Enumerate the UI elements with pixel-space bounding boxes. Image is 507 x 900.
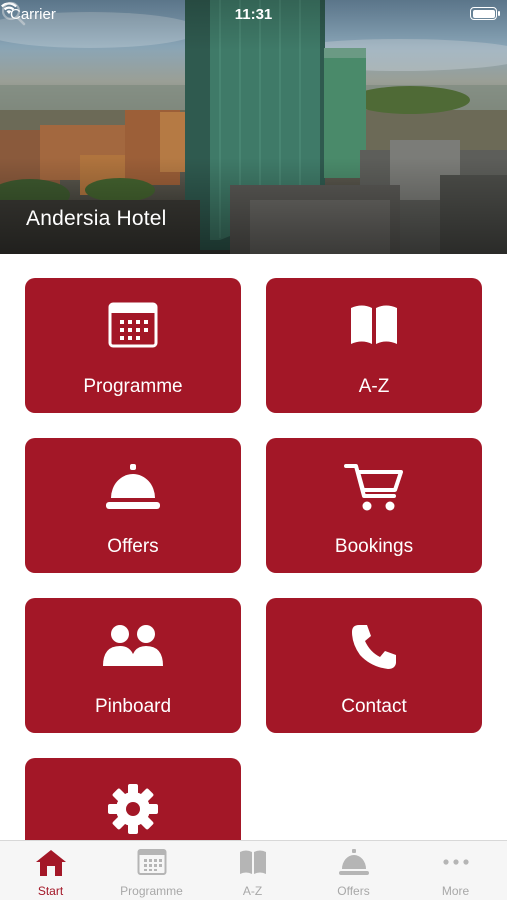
book-icon: [266, 302, 482, 352]
tile-label: Contact: [341, 696, 407, 717]
tab-bar: Start Programme A-Z Offers More: [0, 840, 507, 900]
page-title: Andersia Hotel: [26, 207, 167, 230]
programme-tile[interactable]: Programme: [25, 278, 241, 413]
tile-label: A-Z: [358, 376, 390, 397]
tab-label: Offers: [337, 884, 370, 898]
tile-label: Pinboard: [94, 696, 172, 717]
tab-label: More: [441, 884, 470, 898]
tile-label: Bookings: [334, 536, 414, 557]
offers-tile[interactable]: Offers: [25, 438, 241, 573]
tab-a-z[interactable]: A-Z: [202, 841, 303, 900]
tab-programme[interactable]: Programme: [101, 841, 202, 900]
more-icon: [405, 848, 506, 878]
status-time: 11:31: [234, 6, 273, 23]
people-icon: [25, 622, 241, 672]
battery-icon: [470, 7, 500, 20]
tab-label: A-Z: [242, 884, 263, 898]
tile-label: Programme: [83, 376, 183, 397]
home-icon: [0, 848, 101, 878]
pinboard-tile[interactable]: Pinboard: [25, 598, 241, 733]
status-bar: Carrier 11:31: [0, 0, 507, 28]
service-bell-icon: [303, 848, 404, 878]
bookings-tile[interactable]: Bookings: [266, 438, 482, 573]
hero-image: Carrier 11:31 Andersia Hotel: [0, 0, 507, 254]
tab-label: Programme: [120, 884, 183, 898]
phone-icon: [266, 622, 482, 672]
tab-offers[interactable]: Offers: [303, 841, 404, 900]
gear-icon: [25, 782, 241, 834]
tile-label: Offers: [107, 536, 159, 557]
tab-start[interactable]: Start: [0, 841, 101, 900]
calendar-icon: [25, 302, 241, 352]
book-icon: [202, 848, 303, 878]
contact-tile[interactable]: Contact: [266, 598, 482, 733]
app-screen: Carrier 11:31 Andersia Hotel Programme A…: [0, 0, 507, 900]
search-icon[interactable]: [0, 0, 26, 26]
calendar-icon: [101, 848, 202, 878]
tab-label: Start: [37, 884, 64, 898]
service-bell-icon: [25, 462, 241, 512]
a-z-tile[interactable]: A-Z: [266, 278, 482, 413]
shopping-cart-icon: [266, 462, 482, 512]
tab-more[interactable]: More: [405, 841, 506, 900]
